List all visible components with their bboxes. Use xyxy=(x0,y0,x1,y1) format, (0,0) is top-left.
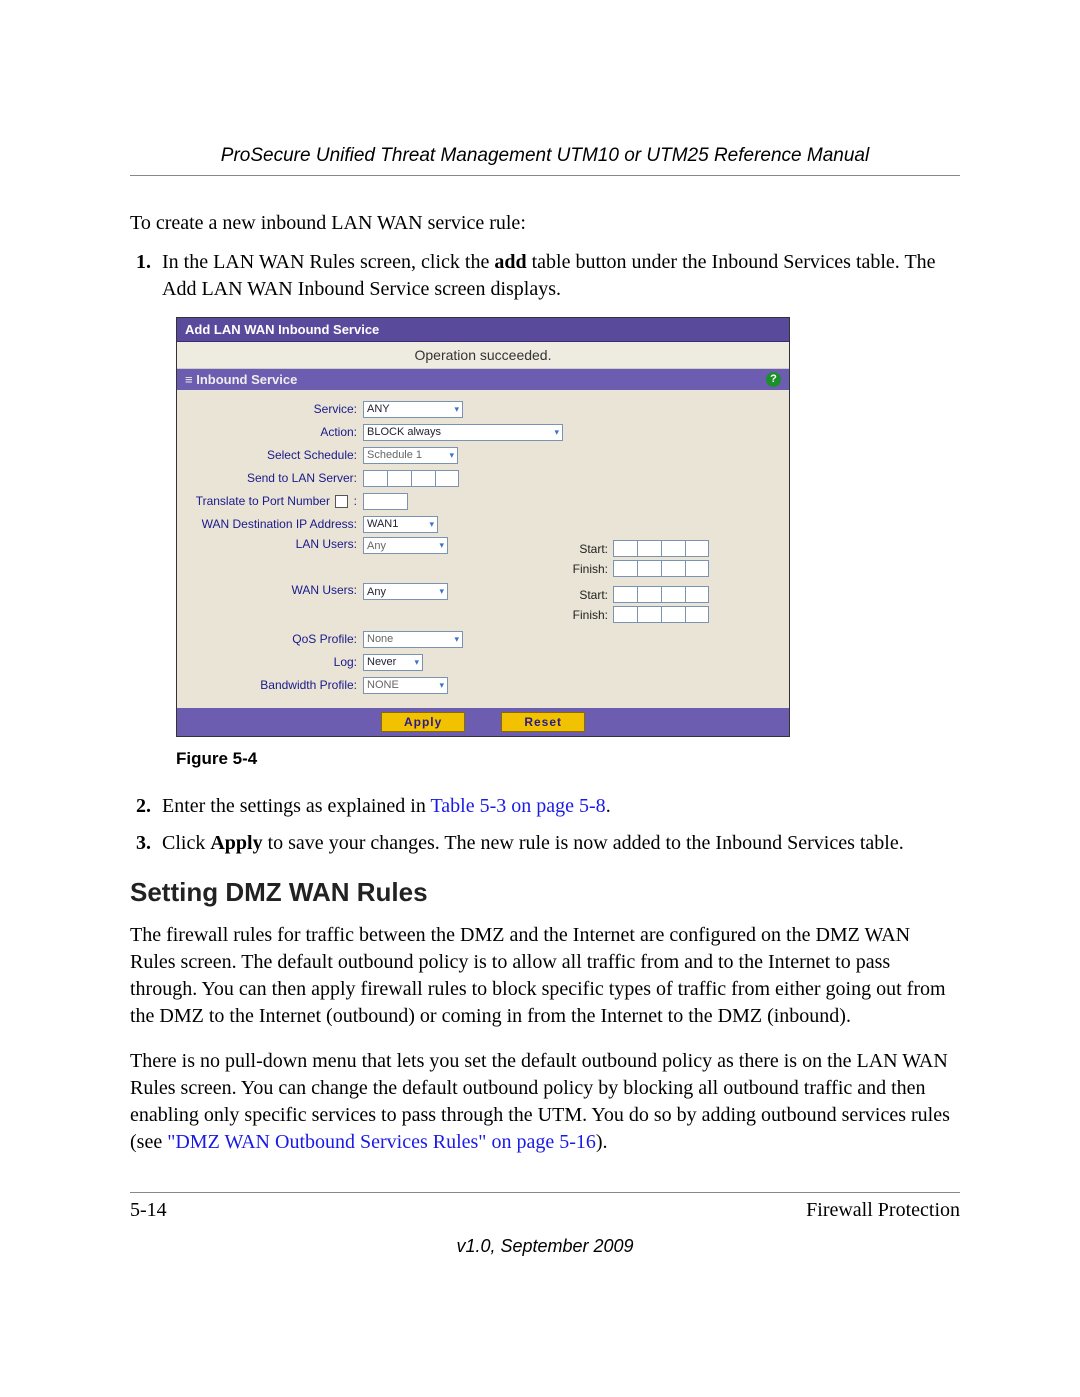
label-log: Log: xyxy=(187,655,363,669)
footer: 5-14 Firewall Protection xyxy=(130,1199,960,1222)
status-message: Operation succeeded. xyxy=(177,342,789,369)
step1-pre: In the LAN WAN Rules screen, click the xyxy=(162,251,494,273)
step-2: Enter the settings as explained in Table… xyxy=(156,793,960,820)
chevron-down-icon: ▾ xyxy=(429,519,434,530)
label-bandwidth: Bandwidth Profile: xyxy=(187,678,363,692)
reset-button[interactable]: Reset xyxy=(501,712,585,732)
label-translate: Translate to Port Number : xyxy=(187,494,363,508)
input-translate-port[interactable] xyxy=(363,493,408,510)
select-qos[interactable]: None▾ xyxy=(363,631,463,648)
label-lan-start: Start: xyxy=(563,542,613,556)
para-2: There is no pull-down menu that lets you… xyxy=(130,1048,960,1156)
section-header: ≡ Inbound Service ? xyxy=(177,369,789,390)
input-wan-finish-ip[interactable] xyxy=(613,606,709,623)
figure-caption: Figure 5-4 xyxy=(176,749,960,769)
window-title: Add LAN WAN Inbound Service xyxy=(177,318,789,342)
para-1: The firewall rules for traffic between t… xyxy=(130,922,960,1030)
label-qos: QoS Profile: xyxy=(187,632,363,646)
chevron-down-icon: ▾ xyxy=(454,634,459,645)
steps-list: In the LAN WAN Rules screen, click the a… xyxy=(130,249,960,303)
label-action: Action: xyxy=(187,425,363,439)
xref-table-5-3[interactable]: Table 5-3 on page 5-8 xyxy=(430,795,605,817)
step-1: In the LAN WAN Rules screen, click the a… xyxy=(156,249,960,303)
select-schedule[interactable]: Schedule 1▾ xyxy=(363,447,458,464)
select-log[interactable]: Never▾ xyxy=(363,654,423,671)
header-rule xyxy=(130,175,960,176)
step3-pre: Click xyxy=(162,832,210,854)
label-lan-users: LAN Users: xyxy=(187,537,363,551)
chapter-label: Firewall Protection xyxy=(806,1199,960,1222)
checkbox-translate[interactable] xyxy=(335,495,348,508)
label-lan-finish: Finish: xyxy=(563,562,613,576)
help-icon[interactable]: ? xyxy=(766,372,781,387)
chevron-down-icon: ▾ xyxy=(554,427,559,438)
label-wan-dest: WAN Destination IP Address: xyxy=(187,517,363,531)
button-bar: Apply Reset xyxy=(177,708,789,736)
step2-post: . xyxy=(606,795,611,817)
steps-list-cont: Enter the settings as explained in Table… xyxy=(130,793,960,857)
input-lan-finish-ip[interactable] xyxy=(613,560,709,577)
step-3: Click Apply to save your changes. The ne… xyxy=(156,830,960,857)
chevron-down-icon: ▾ xyxy=(439,540,444,551)
input-lan-start-ip[interactable] xyxy=(613,540,709,557)
select-lan-users[interactable]: Any▾ xyxy=(363,537,448,554)
chevron-down-icon: ▾ xyxy=(414,657,419,668)
footer-rule xyxy=(130,1192,960,1193)
input-send-lan-ip[interactable] xyxy=(363,470,459,487)
xref-dmz-wan-outbound[interactable]: "DMZ WAN Outbound Services Rules" on pag… xyxy=(167,1131,596,1153)
label-send-lan: Send to LAN Server: xyxy=(187,471,363,485)
select-wan-users[interactable]: Any▾ xyxy=(363,583,448,600)
chevron-down-icon: ▾ xyxy=(439,586,444,597)
version-line: v1.0, September 2009 xyxy=(130,1236,960,1257)
para2-post: ). xyxy=(596,1131,608,1153)
apply-button[interactable]: Apply xyxy=(381,712,465,732)
chevron-down-icon: ▾ xyxy=(449,450,454,461)
page-number: 5-14 xyxy=(130,1199,167,1222)
select-service[interactable]: ANY▾ xyxy=(363,401,463,418)
select-wan-dest[interactable]: WAN1▾ xyxy=(363,516,438,533)
figure-add-lan-wan-inbound: Add LAN WAN Inbound Service Operation su… xyxy=(176,317,790,737)
label-schedule: Select Schedule: xyxy=(187,448,363,462)
label-wan-finish: Finish: xyxy=(563,608,613,622)
label-service: Service: xyxy=(187,402,363,416)
section-heading: Setting DMZ WAN Rules xyxy=(130,877,960,908)
step3-post: to save your changes. The new rule is no… xyxy=(263,832,904,854)
intro-text: To create a new inbound LAN WAN service … xyxy=(130,212,960,235)
select-bandwidth[interactable]: NONE▾ xyxy=(363,677,448,694)
step3-bold: Apply xyxy=(210,832,262,854)
label-wan-users: WAN Users: xyxy=(187,583,363,597)
form-body: Service: ANY▾ Action: BLOCK always▾ Sele… xyxy=(177,390,789,708)
chevron-down-icon: ▾ xyxy=(439,680,444,691)
select-action[interactable]: BLOCK always▾ xyxy=(363,424,563,441)
running-header: ProSecure Unified Threat Management UTM1… xyxy=(130,145,960,167)
section-title-text: ≡ Inbound Service xyxy=(185,372,297,387)
step2-pre: Enter the settings as explained in xyxy=(162,795,430,817)
label-wan-start: Start: xyxy=(563,588,613,602)
step1-bold: add xyxy=(494,251,526,273)
chevron-down-icon: ▾ xyxy=(454,404,459,415)
input-wan-start-ip[interactable] xyxy=(613,586,709,603)
